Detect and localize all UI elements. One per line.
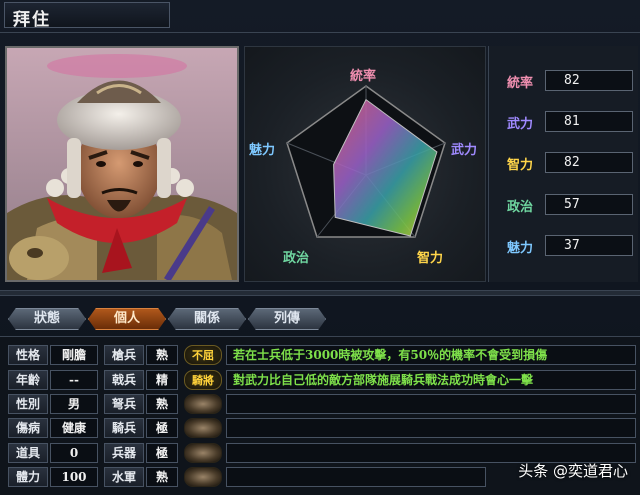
aptitude-value: 極	[146, 443, 178, 463]
personal-label: 傷病	[8, 418, 48, 438]
radar-label-war: 武力	[451, 143, 478, 158]
tab-personal[interactable]: 個人	[88, 308, 166, 330]
stat-row-pol: 政治 57	[507, 194, 633, 216]
skill-description	[226, 467, 486, 487]
stat-value: 81	[545, 111, 633, 132]
stat-row-war: 武力 81	[507, 111, 633, 133]
tab-relations[interactable]: 關係	[168, 308, 246, 330]
stat-row-int: 智力 82	[507, 152, 633, 174]
stat-label: 統率	[507, 76, 534, 91]
skill-tag[interactable]: 不屈	[184, 345, 222, 365]
personal-label: 性別	[8, 394, 48, 414]
stat-value: 57	[545, 194, 633, 215]
stat-label: 智力	[507, 158, 534, 173]
stats-radar-panel: 統率 武力 智力 政治 魅力	[244, 46, 486, 282]
personal-label: 性格	[8, 345, 48, 365]
general-portrait	[5, 46, 239, 282]
personal-value: 剛膽	[50, 345, 98, 365]
aptitude-label: 兵器	[104, 443, 144, 463]
aptitude-value: 熟	[146, 394, 178, 414]
stat-row-chr: 魅力 37	[507, 235, 633, 257]
aptitude-label: 槍兵	[104, 345, 144, 365]
aptitude-label: 水軍	[104, 467, 144, 487]
stat-value: 82	[545, 152, 633, 173]
skill-slot-empty[interactable]	[184, 418, 222, 438]
stat-label: 武力	[507, 117, 534, 132]
portrait-image	[7, 48, 237, 280]
personal-value: 100	[50, 467, 98, 487]
tab-status[interactable]: 狀態	[8, 308, 86, 330]
personal-value: --	[50, 370, 98, 390]
stat-label: 政治	[507, 200, 534, 215]
personal-value: 健康	[50, 418, 98, 438]
skill-description: 對武力比自己低的敵方部隊施展騎兵戰法成功時會心一擊	[226, 370, 636, 390]
skill-slot-empty[interactable]	[184, 394, 222, 414]
radar-label-lead: 統率	[350, 69, 377, 84]
skill-slot-empty[interactable]	[184, 467, 222, 487]
stats-panel: 統率 82 武力 81 智力 82 政治 57 魅力 37	[488, 46, 638, 282]
aptitude-label: 弩兵	[104, 394, 144, 414]
stat-value: 37	[545, 235, 633, 256]
header-divider	[0, 32, 640, 33]
aptitude-label: 戟兵	[104, 370, 144, 390]
personal-label: 年齡	[8, 370, 48, 390]
watermark: 头条 @奕道君心	[518, 462, 628, 480]
section-divider	[0, 290, 640, 296]
aptitude-label: 騎兵	[104, 418, 144, 438]
stat-label: 魅力	[507, 241, 534, 256]
general-name: 拜住	[13, 10, 51, 30]
skill-tag[interactable]: 騎將	[184, 370, 222, 390]
aptitude-value: 熟	[146, 345, 178, 365]
stat-row-lead: 統率 82	[507, 70, 633, 92]
skill-description	[226, 418, 636, 438]
skill-slot-empty[interactable]	[184, 443, 222, 463]
tab-biography[interactable]: 列傳	[248, 308, 326, 330]
title-box: 拜住	[4, 2, 170, 30]
stat-value: 82	[545, 70, 633, 91]
personal-label: 體力	[8, 467, 48, 487]
radar-label-int: 智力	[417, 251, 444, 266]
personal-label: 道具	[8, 443, 48, 463]
skill-description: 若在士兵低于3000時被攻擊，有50％的機率不會受到損傷	[226, 345, 636, 365]
radar-label-pol: 政治	[283, 251, 310, 266]
aptitude-value: 極	[146, 418, 178, 438]
skill-description	[226, 394, 636, 414]
personal-value: 男	[50, 394, 98, 414]
game-window: 拜住 統率 武力 智力 政治 魅力 統率 82 武力 81 智力 82 政治 5…	[0, 0, 640, 495]
aptitude-value: 精	[146, 370, 178, 390]
radar-label-chr: 魅力	[249, 143, 276, 158]
personal-value: 0	[50, 443, 98, 463]
aptitude-value: 熟	[146, 467, 178, 487]
